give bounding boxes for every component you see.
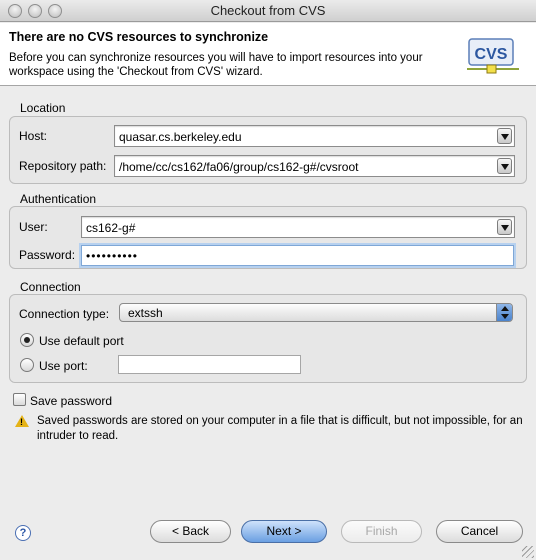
use-default-port-label[interactable]: Use default port xyxy=(39,334,124,348)
help-icon[interactable]: ? xyxy=(15,525,31,541)
warning-icon: ! xyxy=(15,415,29,427)
connection-type-label: Connection type: xyxy=(19,307,110,321)
user-label: User: xyxy=(19,220,48,234)
connection-type-value: extssh xyxy=(128,306,163,320)
use-port-label[interactable]: Use port: xyxy=(39,359,88,373)
banner-description: Before you can synchronize resources you… xyxy=(9,52,423,78)
host-value: quasar.cs.berkeley.edu xyxy=(119,130,242,144)
password-value: •••••••••• xyxy=(86,249,139,263)
use-default-port-radio[interactable] xyxy=(20,333,34,347)
window-titlebar: Checkout from CVS xyxy=(0,0,536,22)
cvs-logo-icon: CVS xyxy=(467,38,519,74)
banner-title: There are no CVS resources to synchroniz… xyxy=(9,30,269,44)
wizard-banner: There are no CVS resources to synchroniz… xyxy=(0,23,536,86)
user-dropdown-icon[interactable] xyxy=(497,219,512,235)
save-password-checkbox[interactable] xyxy=(13,393,26,406)
password-label: Password: xyxy=(19,248,76,262)
host-dropdown-icon[interactable] xyxy=(497,128,512,144)
resize-grip-icon[interactable] xyxy=(522,546,534,558)
next-button[interactable]: Next > xyxy=(241,520,327,543)
user-combo[interactable]: cs162-g# xyxy=(81,216,515,238)
back-button[interactable]: < Back xyxy=(150,520,231,543)
repository-path-combo[interactable]: /home/cc/cs162/fa06/group/cs162-g#/cvsro… xyxy=(114,155,515,177)
repository-path-dropdown-icon[interactable] xyxy=(497,158,512,174)
connection-type-arrows-icon xyxy=(496,304,512,321)
window-title: Checkout from CVS xyxy=(210,3,326,18)
authentication-group-label: Authentication xyxy=(20,192,97,206)
save-password-warning: Saved passwords are stored on your compu… xyxy=(37,415,523,442)
user-value: cs162-g# xyxy=(86,221,136,235)
connection-type-select[interactable]: extssh xyxy=(119,303,513,322)
host-label: Host: xyxy=(19,129,48,143)
save-password-label[interactable]: Save password xyxy=(30,394,112,408)
finish-button[interactable]: Finish xyxy=(341,520,422,543)
use-port-radio[interactable] xyxy=(20,358,34,372)
host-combo[interactable]: quasar.cs.berkeley.edu xyxy=(114,125,515,147)
connection-group-label: Connection xyxy=(20,280,81,294)
cancel-button[interactable]: Cancel xyxy=(436,520,523,543)
password-field[interactable]: •••••••••• xyxy=(81,245,514,266)
repository-path-label: Repository path: xyxy=(19,159,107,173)
port-input[interactable] xyxy=(118,355,301,374)
repository-path-value: /home/cc/cs162/fa06/group/cs162-g#/cvsro… xyxy=(119,160,359,174)
cvs-logo-text: CVS xyxy=(475,46,508,63)
location-group-label: Location xyxy=(20,101,66,115)
